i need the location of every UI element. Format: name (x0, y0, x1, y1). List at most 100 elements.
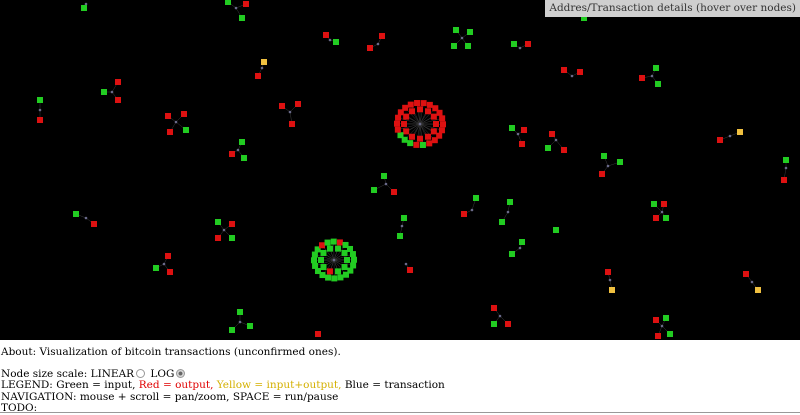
output-node[interactable] (395, 114, 402, 121)
input-node[interactable] (239, 15, 245, 21)
input-node[interactable] (333, 39, 339, 45)
input-node[interactable] (663, 315, 669, 321)
input-node[interactable] (519, 239, 525, 245)
transaction-node[interactable] (174, 120, 178, 124)
input-node[interactable] (663, 215, 669, 221)
input-node[interactable] (553, 227, 559, 233)
transaction-node[interactable] (606, 164, 610, 168)
output-node[interactable] (243, 1, 249, 7)
transaction-node[interactable] (506, 210, 510, 214)
output-node[interactable] (315, 331, 321, 337)
input-output-node[interactable] (755, 287, 761, 293)
input-output-node[interactable] (261, 59, 267, 65)
output-node[interactable] (717, 137, 723, 143)
input-node[interactable] (335, 245, 342, 252)
transaction-node[interactable] (376, 42, 380, 46)
transaction-node[interactable] (288, 110, 292, 114)
output-node[interactable] (417, 135, 423, 142)
output-node[interactable] (255, 73, 261, 79)
input-node[interactable] (350, 256, 357, 263)
output-node[interactable] (391, 189, 397, 195)
output-node[interactable] (409, 133, 415, 140)
output-node[interactable] (655, 333, 661, 339)
output-node[interactable] (439, 115, 446, 122)
scale-log-radio[interactable] (176, 368, 186, 378)
output-node[interactable] (426, 140, 433, 147)
input-node[interactable] (401, 215, 407, 221)
transaction-node[interactable] (728, 134, 732, 138)
output-node[interactable] (394, 126, 401, 133)
input-node[interactable] (324, 239, 331, 246)
input-node[interactable] (183, 127, 189, 133)
output-node[interactable] (326, 268, 333, 275)
transaction-node[interactable] (384, 182, 388, 186)
input-node[interactable] (153, 265, 159, 271)
output-node[interactable] (403, 113, 410, 120)
input-node[interactable] (326, 245, 333, 252)
output-node[interactable] (653, 317, 659, 323)
input-node[interactable] (247, 323, 253, 329)
transaction-node[interactable] (660, 210, 664, 214)
output-node[interactable] (561, 147, 567, 153)
transaction-node[interactable] (470, 208, 474, 212)
transaction-node[interactable] (236, 148, 240, 152)
output-node[interactable] (323, 32, 329, 38)
transaction-node[interactable] (460, 36, 464, 40)
output-node[interactable] (167, 269, 173, 275)
input-node[interactable] (783, 157, 789, 163)
output-node[interactable] (403, 128, 410, 135)
output-node[interactable] (115, 79, 121, 85)
output-node[interactable] (519, 141, 525, 147)
input-node[interactable] (225, 0, 231, 5)
input-node[interactable] (325, 274, 332, 281)
transaction-node[interactable] (418, 122, 422, 126)
input-node[interactable] (509, 251, 515, 257)
input-node[interactable] (371, 187, 377, 193)
output-node[interactable] (413, 141, 420, 148)
transaction-node[interactable] (238, 320, 242, 324)
output-node[interactable] (433, 121, 439, 127)
output-node[interactable] (549, 131, 555, 137)
transaction-node[interactable] (328, 38, 332, 42)
output-node[interactable] (781, 177, 787, 183)
transaction-node[interactable] (660, 324, 664, 328)
transaction-node[interactable] (518, 46, 522, 50)
output-node[interactable] (425, 108, 431, 115)
output-node[interactable] (295, 101, 301, 107)
output-node[interactable] (653, 215, 659, 221)
input-node[interactable] (499, 219, 505, 225)
input-node[interactable] (330, 238, 337, 245)
input-node[interactable] (312, 262, 319, 269)
input-node[interactable] (655, 81, 661, 87)
input-node[interactable] (407, 140, 414, 147)
output-node[interactable] (167, 129, 173, 135)
output-node[interactable] (279, 103, 285, 109)
input-node[interactable] (617, 159, 623, 165)
output-node[interactable] (425, 133, 431, 140)
output-node[interactable] (407, 101, 414, 108)
input-node[interactable] (215, 219, 221, 225)
output-node[interactable] (367, 45, 373, 51)
input-node[interactable] (451, 43, 457, 49)
input-node[interactable] (237, 309, 243, 315)
transaction-node[interactable] (650, 74, 654, 78)
input-node[interactable] (344, 257, 350, 263)
input-output-node[interactable] (609, 287, 615, 293)
input-node[interactable] (653, 65, 659, 71)
transaction-node[interactable] (404, 262, 408, 266)
output-node[interactable] (165, 253, 171, 259)
output-node[interactable] (319, 242, 326, 249)
input-node[interactable] (311, 251, 318, 258)
input-node[interactable] (467, 29, 473, 35)
output-node[interactable] (379, 33, 385, 39)
input-node[interactable] (311, 257, 318, 264)
input-node[interactable] (320, 264, 327, 271)
output-node[interactable] (409, 108, 415, 115)
input-node[interactable] (491, 321, 497, 327)
output-node[interactable] (165, 113, 171, 119)
input-node[interactable] (341, 264, 348, 271)
input-node[interactable] (73, 211, 79, 217)
output-node[interactable] (289, 121, 295, 127)
input-node[interactable] (507, 199, 513, 205)
transaction-node[interactable] (554, 138, 558, 142)
